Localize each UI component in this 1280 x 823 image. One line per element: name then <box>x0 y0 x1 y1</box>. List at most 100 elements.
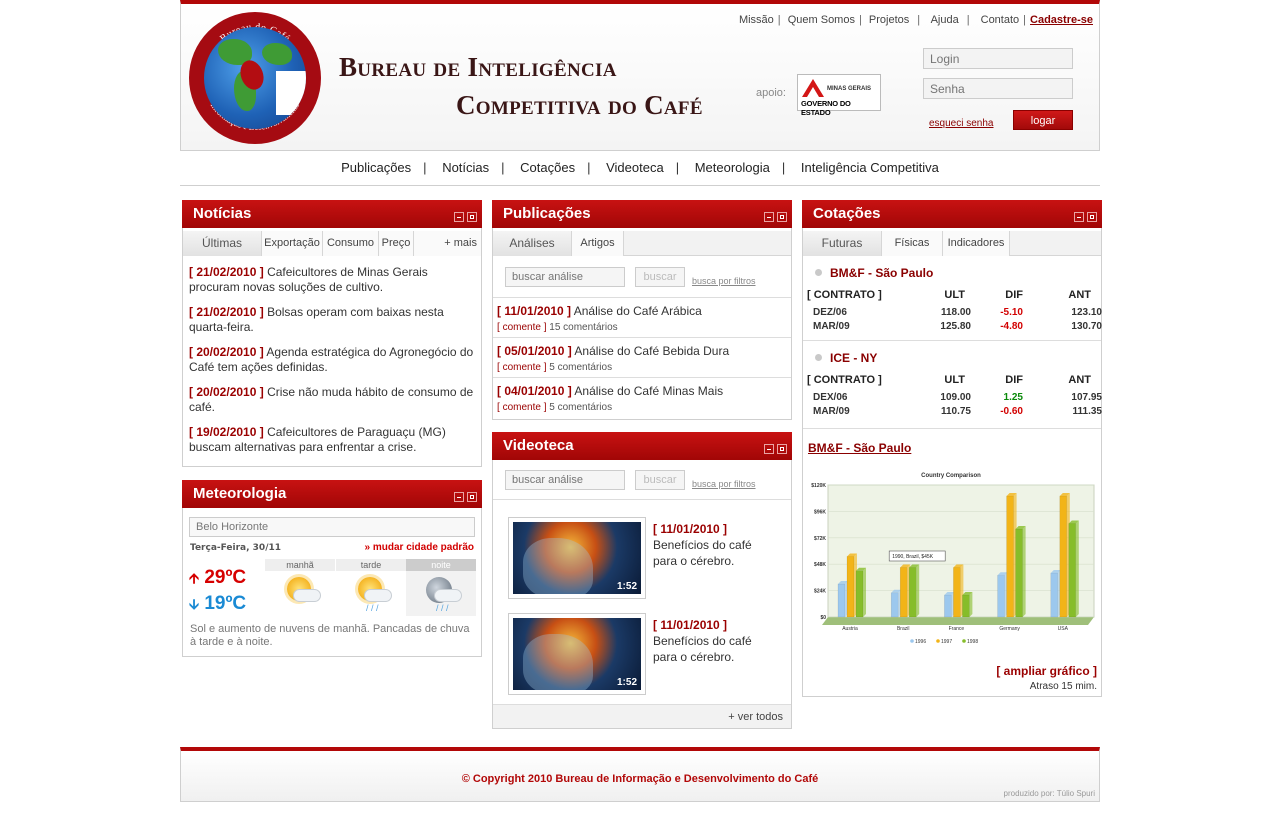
comment-link[interactable]: [ comente ] <box>497 362 546 373</box>
nav-inteligencia[interactable]: Inteligência Competitiva <box>801 160 939 175</box>
register-link[interactable]: Cadastre-se <box>1030 14 1093 26</box>
city-field[interactable]: Belo Horizonte <box>189 517 475 537</box>
logo[interactable]: Bureau do Café Informação e Desenvolvime… <box>189 12 321 144</box>
y-tick-label: $0 <box>820 615 826 621</box>
minimize-icon[interactable] <box>454 212 464 222</box>
publication-item[interactable]: [ 11/01/2010 ] Análise do Café Arábica [… <box>493 297 791 337</box>
weather-header: Meteorologia <box>182 480 482 508</box>
chart-bar <box>1050 572 1059 618</box>
publications-tabs: Análises Artigos <box>493 231 791 256</box>
news-header: Notícias <box>182 200 482 228</box>
news-item[interactable]: [ 20/02/2010 ] Agenda estratégica do Agr… <box>189 345 474 375</box>
change-city-link[interactable]: » mudar cidade padrão <box>365 542 474 553</box>
maximize-icon[interactable] <box>777 212 787 222</box>
news-item[interactable]: [ 21/02/2010 ] Cafeicultores de Minas Ge… <box>189 265 474 295</box>
y-tick-label: $48K <box>814 562 826 568</box>
copyright: © Copyright 2010 Bureau de Informação e … <box>461 773 819 785</box>
comment-link[interactable]: [ comente ] <box>497 402 546 413</box>
y-tick-label: $24K <box>814 589 826 595</box>
maximize-icon[interactable] <box>467 492 477 502</box>
chart-bar <box>855 570 864 618</box>
arrow-up-icon: 🡩 <box>189 570 200 586</box>
nav-videoteca[interactable]: Videoteca <box>606 160 664 175</box>
login-input[interactable] <box>923 48 1073 69</box>
news-item[interactable]: [ 21/02/2010 ] Bolsas operam com baixas … <box>189 305 474 335</box>
link-projetos[interactable]: Projetos <box>869 14 909 26</box>
support-label: apoio: <box>756 87 786 99</box>
chart-bar <box>1059 495 1068 618</box>
tab-analises[interactable]: Análises <box>493 231 572 256</box>
link-missao[interactable]: Missão <box>739 14 774 26</box>
minimize-icon[interactable] <box>454 492 464 502</box>
country-comparison-chart[interactable]: Country Comparison $0 $24K $48K $72K $96K $120… <box>806 469 1100 649</box>
publications-search-button[interactable]: buscar <box>635 267 685 287</box>
video-box: Videoteca buscar busca por filtros 1:52 … <box>492 432 792 729</box>
login-button[interactable]: logar <box>1013 110 1073 130</box>
tab-consumo[interactable]: Consumo <box>323 231 379 256</box>
tab-indicadores[interactable]: Indicadores <box>943 231 1010 256</box>
maximize-icon[interactable] <box>467 212 477 222</box>
chart-market-link[interactable]: BM&F - São Paulo <box>808 441 911 455</box>
header: Bureau do Café Informação e Desenvolvime… <box>180 0 1100 151</box>
video-search-button[interactable]: buscar <box>635 470 685 490</box>
legend-label: 1996 <box>915 639 926 645</box>
delay-note: Atraso 15 mim. <box>1029 681 1097 692</box>
producer-credit[interactable]: produzido por: Túlio Spuri <box>1004 789 1095 798</box>
publication-item[interactable]: [ 05/01/2010 ] Análise do Café Bebida Du… <box>493 337 791 377</box>
video-info[interactable]: [ 11/01/2010 ] Benefícios do café para o … <box>653 617 773 665</box>
forgot-password-link[interactable]: esqueci senha <box>929 118 994 129</box>
chart-bar <box>1068 523 1077 618</box>
video-info[interactable]: [ 11/01/2010 ] Benefícios do café para o … <box>653 521 773 569</box>
chart-bar-side <box>1075 520 1079 617</box>
legend-marker <box>910 639 914 643</box>
chart-tooltip: 1990, Brazil, $45K <box>892 554 934 560</box>
news-item[interactable]: [ 19/02/2010 ] Cafeicultores de Paraguaç… <box>189 425 474 455</box>
x-tick-label: Brazil <box>897 626 910 632</box>
nav-noticias[interactable]: Notícias <box>442 160 489 175</box>
enlarge-chart-link[interactable]: [ ampliar gráfico ] <box>996 664 1097 678</box>
chart-bar-side <box>863 567 866 617</box>
minimize-icon[interactable] <box>1074 212 1084 222</box>
x-tick-label: Austria <box>842 626 858 632</box>
tab-fisicas[interactable]: Físicas <box>882 231 943 256</box>
tab-preco[interactable]: Preço <box>379 231 414 256</box>
see-all-videos-link[interactable]: + ver todos <box>493 704 791 728</box>
publications-search-input[interactable] <box>505 267 625 287</box>
plot-floor <box>822 617 1094 625</box>
nav-cotacoes[interactable]: Cotações <box>520 160 575 175</box>
tab-ultimas[interactable]: Últimas <box>183 231 262 256</box>
nav-publicacoes[interactable]: Publicações <box>341 160 411 175</box>
link-quem-somos[interactable]: Quem Somos <box>788 14 855 26</box>
quotes-title: Cotações <box>813 205 881 222</box>
comment-link[interactable]: [ comente ] <box>497 322 546 333</box>
brain-image <box>523 634 593 690</box>
cloud-icon <box>364 589 392 602</box>
tab-artigos[interactable]: Artigos <box>572 231 624 256</box>
link-contato[interactable]: Contato <box>981 14 1020 26</box>
video-search-input[interactable] <box>505 470 625 490</box>
minas-gerais-logo[interactable]: MINAS GERAIS GOVERNO DO ESTADO <box>797 74 881 117</box>
period-afternoon: tarde / / / <box>336 559 406 616</box>
publications-filter-link[interactable]: busca por filtros <box>692 276 756 286</box>
tab-futuras[interactable]: Futuras <box>803 231 882 256</box>
link-ajuda[interactable]: Ajuda <box>931 14 959 26</box>
tab-mais[interactable]: + mais <box>414 231 481 256</box>
maximize-icon[interactable] <box>1087 212 1097 222</box>
tab-exportacao[interactable]: Exportação <box>262 231 323 256</box>
maximize-icon[interactable] <box>777 444 787 454</box>
video-filter-link[interactable]: busca por filtros <box>692 479 756 489</box>
chart-bar-side <box>1022 526 1026 617</box>
video-thumbnail[interactable]: 1:52 <box>508 613 646 695</box>
y-tick-label: $120K <box>811 483 826 489</box>
nav-meteorologia[interactable]: Meteorologia <box>695 160 770 175</box>
minimize-icon[interactable] <box>764 444 774 454</box>
rain-icon: / / / <box>436 603 449 613</box>
publication-item[interactable]: [ 04/01/2010 ] Análise do Café Minas Mai… <box>493 377 791 417</box>
password-input[interactable] <box>923 78 1073 99</box>
x-tick-label: France <box>949 626 965 632</box>
video-thumbnail[interactable]: 1:52 <box>508 517 646 599</box>
site-title-line2: Competitiva do Café <box>456 90 703 120</box>
minimize-icon[interactable] <box>764 212 774 222</box>
max-temp: 🡩 29ºC <box>189 567 247 588</box>
news-item[interactable]: [ 20/02/2010 ] Crise não muda hábito de … <box>189 385 474 415</box>
